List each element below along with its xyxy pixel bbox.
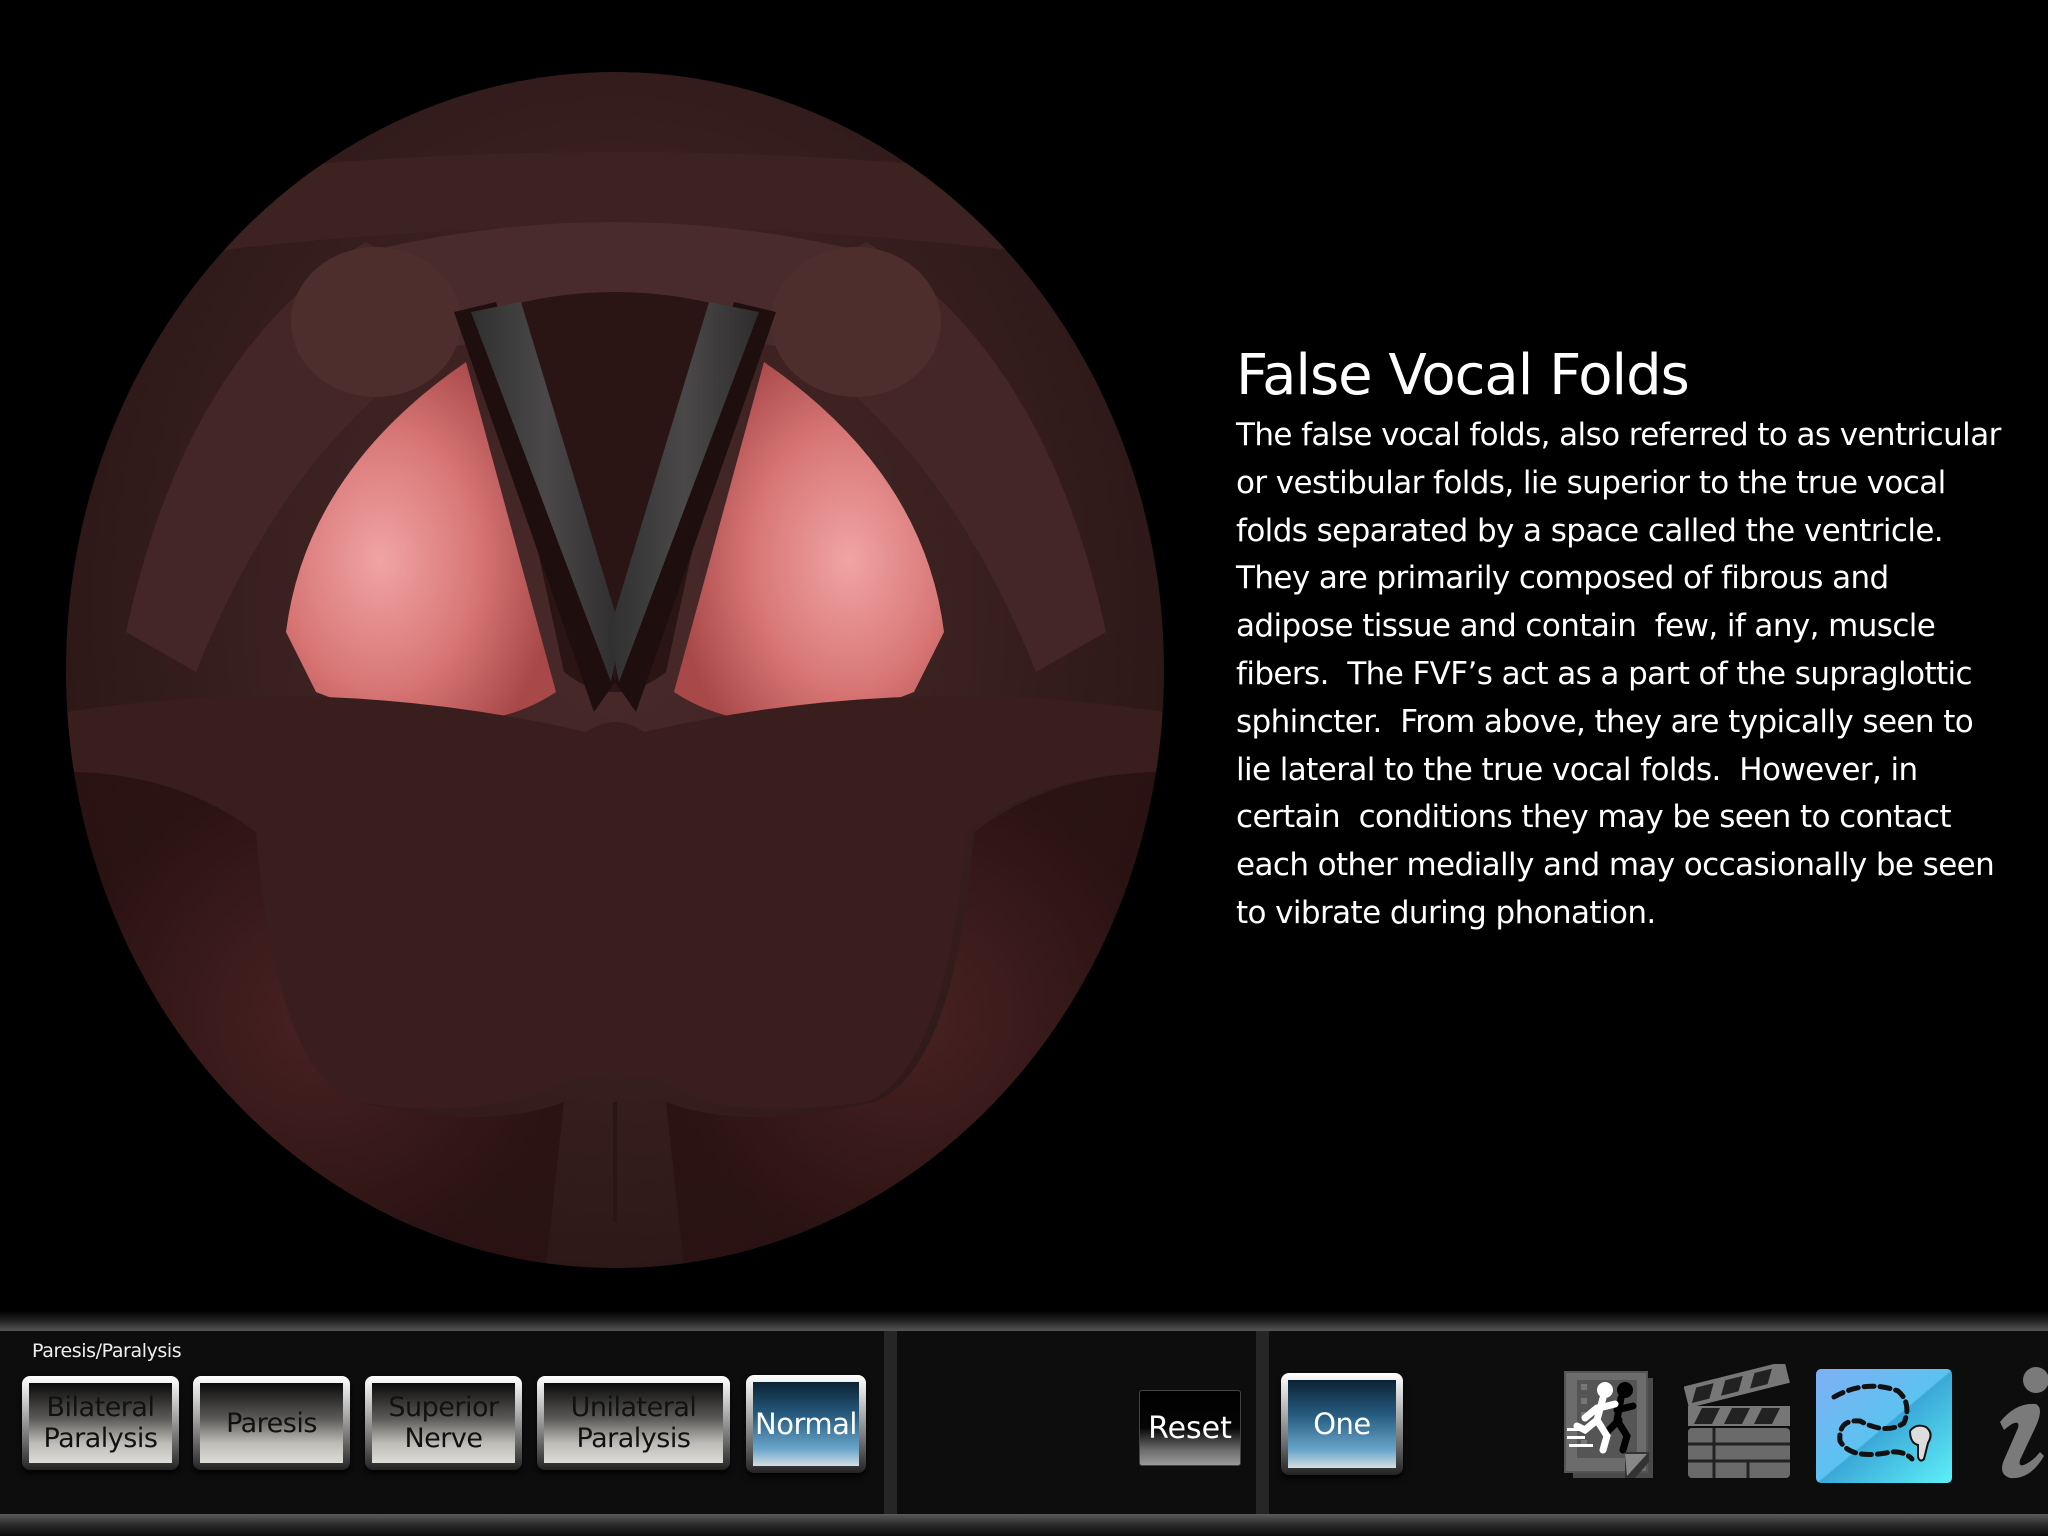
group-label-paresis-paralysis: Paresis/Paralysis: [32, 1340, 182, 1362]
trace-path-icon[interactable]: [1816, 1369, 1952, 1483]
button-label: Bilateral Paralysis: [29, 1383, 172, 1463]
one-mode-button[interactable]: One: [1281, 1373, 1403, 1475]
toolbar-divider: [1256, 1331, 1269, 1514]
toolbar-bottom-edge: [0, 1514, 2048, 1536]
left-cuneiform: [291, 247, 461, 397]
button-label: Normal: [753, 1382, 859, 1466]
right-cuneiform: [771, 247, 941, 397]
button-label: Superior Nerve: [372, 1383, 515, 1463]
toolbar-top-edge: [0, 1310, 2048, 1332]
larynx-drawing: [66, 152, 1164, 1268]
unilateral-paralysis-button[interactable]: Unilateral Paralysis: [537, 1376, 730, 1470]
superior-nerve-button[interactable]: Superior Nerve: [365, 1376, 522, 1470]
video-clapperboard-icon[interactable]: [1683, 1361, 1796, 1482]
info-body: The false vocal folds, also referred to …: [1236, 417, 2001, 931]
info-icon[interactable]: [1996, 1364, 2048, 1482]
info-panel: False Vocal Folds The false vocal folds,…: [1236, 340, 2016, 938]
animation-icon[interactable]: [1563, 1370, 1658, 1482]
info-title: False Vocal Folds: [1236, 343, 1690, 408]
reset-button[interactable]: Reset: [1139, 1390, 1241, 1466]
button-label: Unilateral Paralysis: [544, 1383, 723, 1463]
bilateral-paralysis-button[interactable]: Bilateral Paralysis: [22, 1376, 179, 1470]
toolbar-divider: [884, 1331, 897, 1514]
normal-button[interactable]: Normal: [746, 1375, 866, 1473]
paresis-button[interactable]: Paresis: [193, 1376, 350, 1470]
button-label: One: [1288, 1380, 1396, 1468]
button-label: Paresis: [200, 1383, 343, 1463]
larynx-illustration: [66, 72, 1164, 1268]
